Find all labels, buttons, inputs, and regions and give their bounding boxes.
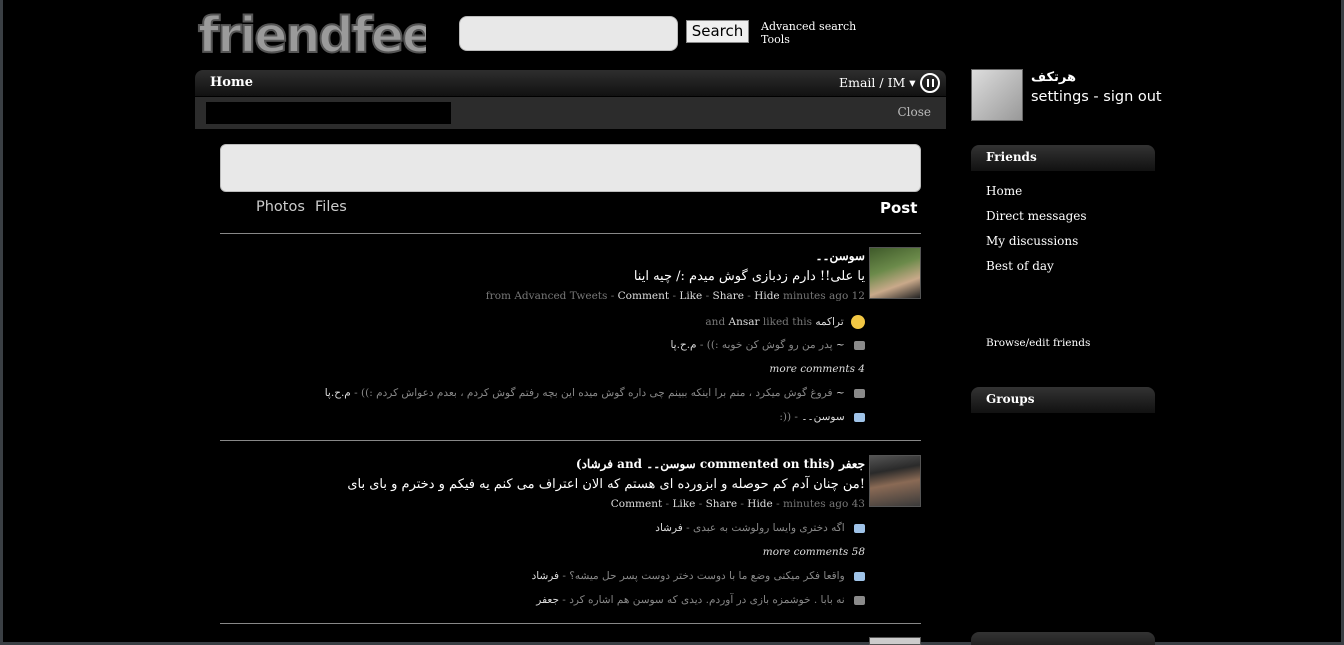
notice-content	[206, 102, 451, 124]
likes-and: and	[705, 316, 726, 328]
search-button[interactable]: Search	[686, 20, 749, 43]
my-name[interactable]: هرتکف	[1031, 70, 1076, 85]
close-link[interactable]: Close	[897, 105, 931, 119]
sidebar-box-header	[971, 632, 1155, 645]
liked-label: liked this	[762, 316, 812, 328]
comment-text: :))	[779, 411, 792, 423]
advanced-search-link[interactable]: Advanced search	[761, 20, 856, 33]
timestamp[interactable]: minutes ago 12	[783, 290, 865, 302]
notice-bar: Close	[195, 97, 946, 129]
more-comments-link[interactable]: more comments 4	[769, 363, 865, 375]
home-bar: Home Email / IM ▾	[195, 70, 946, 96]
comment-icon	[854, 595, 865, 605]
tools-link[interactable]: Tools	[761, 33, 790, 46]
avatar[interactable]	[869, 637, 921, 645]
entry-body: من چنان آدم کم حوصله و ابزورده ای هستم ک…	[347, 477, 865, 492]
comment-author[interactable]: جعفر	[536, 594, 559, 606]
hide-link[interactable]: Hide	[747, 498, 772, 510]
comment: اگه دختری وایسا رولوشت به عبدی - فرشاد	[655, 522, 865, 534]
comment: واقعا فکر میکنی وضع ما با دوست دختر دوست…	[532, 570, 865, 582]
settings-link[interactable]: settings	[1031, 89, 1089, 105]
sidebar-item-home[interactable]: Home	[986, 184, 1022, 198]
comment-icon	[854, 571, 865, 581]
pause-icon[interactable]	[920, 73, 940, 93]
comment-text: واقعا فکر میکنی وضع ما با دوست دختر دوست…	[569, 570, 845, 582]
divider	[220, 623, 921, 624]
post-button[interactable]: Post	[880, 199, 917, 217]
entry-meta: from Advanced Tweets - Comment - Like - …	[485, 290, 865, 302]
sidebar-item-my-discussions[interactable]: My discussions	[986, 234, 1078, 248]
post-textarea[interactable]	[220, 144, 921, 192]
smile-icon	[851, 315, 865, 329]
friends-title: Friends	[986, 150, 1037, 164]
comment-icon	[854, 340, 865, 350]
comment-author[interactable]: فرشاد	[532, 570, 560, 582]
comment-icon	[854, 523, 865, 533]
groups-box-header: Groups	[971, 387, 1155, 413]
comment: فروغ گوش میکرد ، منم برا اینکه ببینم چی …	[325, 387, 865, 399]
entry-header: (فرشاد and سوسن۔۔ commented on this) جعف…	[576, 457, 865, 471]
comment: :)) - سوسن۔۔	[779, 411, 865, 423]
photos-button[interactable]: Photos	[256, 199, 305, 215]
comment-text: نه بابا . خوشمزه بازی در آوردم. دیدی که …	[569, 594, 845, 606]
avatar[interactable]	[869, 247, 921, 299]
comment-text: اگه دختری وایسا رولوشت به عبدی	[693, 522, 845, 534]
logo-text: friendfeed	[198, 8, 426, 62]
entry-author[interactable]: سوسن۔۔	[815, 249, 865, 263]
comment-icon	[854, 412, 865, 422]
source-link[interactable]: Advanced Tweets	[514, 290, 607, 302]
from-label: from	[485, 290, 511, 302]
like-link[interactable]: Like	[679, 290, 702, 302]
comment-author[interactable]: سوسن۔۔	[801, 411, 844, 423]
files-button[interactable]: Files	[315, 199, 347, 215]
sidebar-item-best-of-day[interactable]: Best of day	[986, 259, 1054, 273]
comment-author[interactable]: فرشاد	[655, 522, 683, 534]
divider	[220, 440, 921, 441]
divider	[220, 233, 921, 234]
likes-line: and Ansar liked this تراکمه	[705, 315, 865, 329]
friends-box-header: Friends	[971, 145, 1155, 171]
comment-link[interactable]: Comment	[611, 498, 662, 510]
email-im-menu[interactable]: Email / IM ▾	[839, 75, 916, 90]
commented-note: (فرشاد and سوسن۔۔ commented on this)	[575, 457, 835, 471]
comment-text: فروغ گوش میکرد ، منم برا اینکه ببینم چی …	[361, 387, 833, 399]
entry-meta: Comment - Like - Share - Hide - minutes …	[610, 498, 865, 510]
liker-link[interactable]: تراکمه	[815, 316, 843, 328]
more-comments-link[interactable]: more comments 58	[763, 546, 865, 558]
sign-out-link[interactable]: sign out	[1103, 89, 1161, 105]
hide-link[interactable]: Hide	[754, 290, 779, 302]
account-links: settings - sign out	[1031, 89, 1162, 105]
comment-text: پدر من رو گوش کن خوبه :))	[706, 339, 833, 351]
comment-icon	[854, 388, 865, 398]
liker-link[interactable]: Ansar	[729, 316, 760, 328]
comment: پدر من رو گوش کن خوبه :)) - م.ح.پا ~	[670, 339, 865, 351]
browse-edit-friends-link[interactable]: Browse/edit friends	[986, 337, 1090, 349]
share-link[interactable]: Share	[706, 498, 737, 510]
home-title[interactable]: Home	[210, 75, 253, 90]
comment: نه بابا . خوشمزه بازی در آوردم. دیدی که …	[536, 594, 865, 606]
friendfeed-logo[interactable]: friendfeed	[196, 8, 426, 62]
groups-title: Groups	[986, 392, 1035, 406]
my-avatar[interactable]	[971, 69, 1023, 121]
comment-link[interactable]: Comment	[618, 290, 669, 302]
timestamp[interactable]: minutes ago 43	[783, 498, 865, 510]
entry-author[interactable]: جعفر	[839, 457, 865, 471]
share-link[interactable]: Share	[713, 290, 744, 302]
avatar[interactable]	[869, 455, 921, 507]
entry-body: یا علی!! دارم زدبازی گوش میدم :/ چیه این…	[633, 269, 865, 284]
search-input[interactable]	[459, 16, 678, 51]
sidebar-item-direct-messages[interactable]: Direct messages	[986, 209, 1087, 223]
like-link[interactable]: Like	[672, 498, 695, 510]
